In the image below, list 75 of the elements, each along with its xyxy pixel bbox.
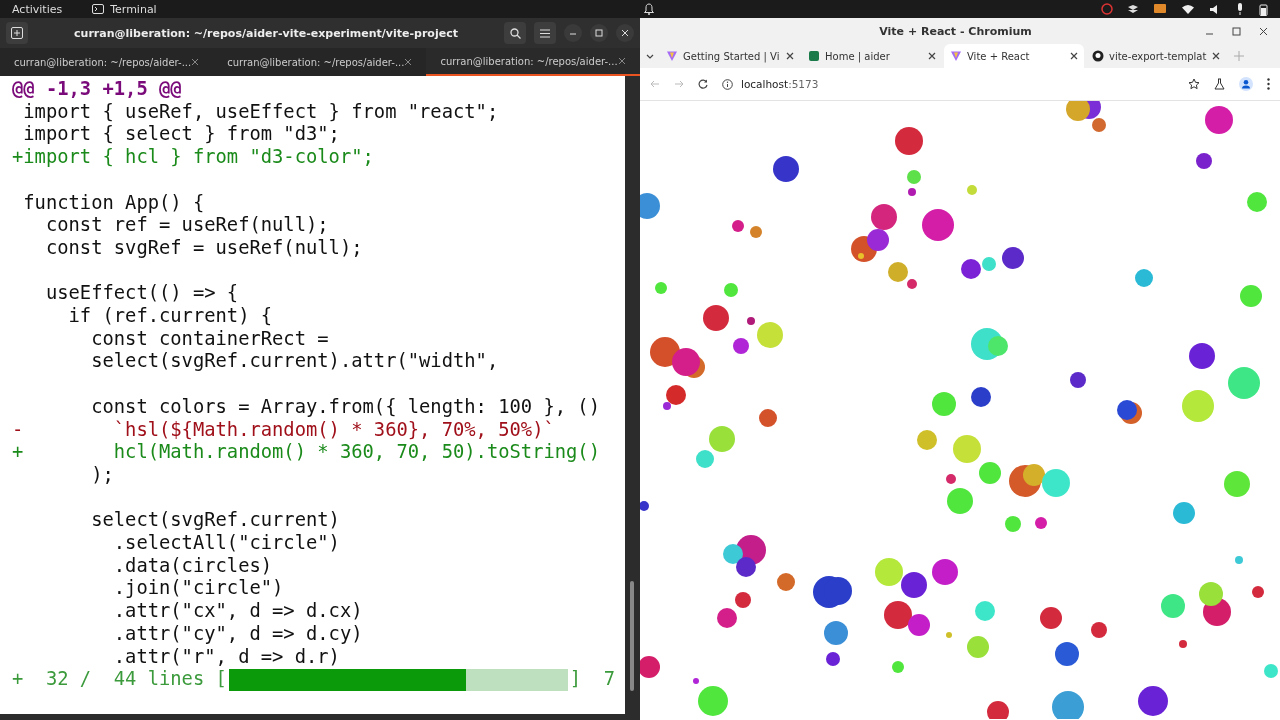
record-icon[interactable]: [1101, 3, 1113, 15]
browser-tab[interactable]: vite-export-templat: [1086, 44, 1226, 68]
code-line: function App() {: [22, 191, 205, 215]
code-line: );: [90, 463, 114, 487]
code-line: const colors = Array.from({ length: 100 }, (): [90, 395, 600, 419]
code-line: const svgRef = useRef(null);: [44, 236, 363, 260]
search-button[interactable]: [504, 22, 526, 44]
battery-icon[interactable]: [1259, 2, 1268, 16]
flask-icon[interactable]: [1214, 78, 1225, 90]
code-line: .attr("cy", d => d.cy): [112, 622, 363, 646]
minimize-button[interactable]: [564, 24, 582, 42]
more-icon[interactable]: [1267, 78, 1270, 90]
code-line: .selectAll("circle"): [112, 532, 340, 555]
code-line: if (ref.current) {: [67, 305, 273, 328]
added-line: +import { hcl } from "d3-color";: [11, 146, 374, 169]
square-logo-icon: [808, 50, 820, 62]
profile-icon[interactable]: [1239, 77, 1253, 91]
window-title: curran@liberation: ~/repos/aider-vite-experiment/vite-project: [73, 26, 459, 40]
close-button[interactable]: [616, 24, 634, 42]
activities-button[interactable]: Activities: [12, 2, 63, 16]
reload-icon[interactable]: [698, 79, 708, 89]
app-menu[interactable]: Terminal: [110, 2, 157, 16]
terminal-tab[interactable]: curran@liberation: ~/repos/aider-...: [213, 48, 427, 76]
added-line: + hcl(Math.random() * 360, 70, 50).toString(): [11, 441, 600, 464]
star-icon[interactable]: [1188, 78, 1200, 90]
maximize-icon[interactable]: [1232, 26, 1241, 36]
code-line: .attr("r", d => d.r): [112, 645, 340, 669]
microphone-icon[interactable]: [1235, 3, 1245, 15]
close-icon[interactable]: [1070, 52, 1078, 60]
diff-header: @@ -1,3 +1,5 @@: [11, 78, 182, 101]
progress-count: ] 7: [569, 668, 616, 691]
code-line: const ref = useRef(null);: [44, 214, 329, 237]
code-line: select(svgRef.current).attr("width",: [90, 350, 499, 374]
code-line: .data(circles): [112, 554, 273, 578]
code-line: select(svgRef.current): [90, 509, 340, 532]
close-icon: [620, 28, 630, 38]
code-line: import { select } from "d3";: [22, 123, 340, 147]
new-tab-button[interactable]: [6, 22, 28, 44]
close-icon[interactable]: [617, 57, 626, 65]
close-icon[interactable]: [786, 52, 794, 60]
maximize-button[interactable]: [590, 24, 608, 42]
box-icon[interactable]: [1127, 4, 1139, 14]
window-title: Vite + React - Chromium: [878, 24, 1033, 38]
scrollbar[interactable]: [630, 581, 634, 691]
chevron-down-icon[interactable]: [646, 53, 654, 59]
info-icon[interactable]: [722, 78, 733, 90]
bell-icon[interactable]: [643, 3, 655, 15]
wifi-icon[interactable]: [1181, 3, 1195, 15]
close-icon[interactable]: [404, 58, 413, 66]
browser-tab[interactable]: Getting Started | Vi: [660, 44, 800, 68]
vite-logo-icon: [666, 50, 678, 62]
code-line: .attr("cx", d => d.cx): [112, 600, 363, 623]
code-line: const containerRect =: [90, 327, 329, 351]
close-icon[interactable]: [1212, 52, 1220, 60]
terminal-icon: [92, 4, 105, 14]
close-icon[interactable]: [928, 52, 936, 60]
close-icon[interactable]: [191, 58, 200, 66]
search-icon: [509, 27, 521, 39]
new-tab-icon: [11, 27, 23, 39]
vite-logo-icon: [950, 50, 962, 62]
removed-line: - `hsl(${Math.random() * 360}, 70%, 50%)`: [11, 418, 555, 442]
code-line: useEffect(() => {: [44, 282, 239, 305]
menu-icon: [540, 28, 550, 38]
menu-button[interactable]: [534, 22, 556, 44]
browser-tab[interactable]: Vite + React: [944, 44, 1084, 68]
close-icon[interactable]: [1259, 26, 1268, 36]
terminal-tab[interactable]: curran@liberation: ~/repos/aider-...: [426, 48, 640, 76]
address-field[interactable]: localhost:5173: [741, 78, 819, 90]
terminal-tab[interactable]: curran@liberation: ~/repos/aider-...: [0, 48, 214, 76]
code-line: .join("circle"): [112, 577, 284, 601]
code-line: import { useRef, useEffect } from "react";: [22, 100, 499, 124]
screen-share-icon[interactable]: [1153, 3, 1167, 15]
maximize-icon: [594, 28, 604, 38]
browser-tab[interactable]: Home | aider: [802, 44, 942, 68]
progress-text: + 32 / 44 lines [: [12, 668, 227, 691]
